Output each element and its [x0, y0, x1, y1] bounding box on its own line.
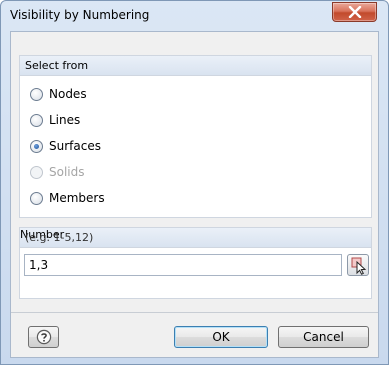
- cancel-button[interactable]: Cancel: [278, 326, 369, 348]
- number-header: Number (e.g. 1-5,12): [20, 228, 371, 248]
- pick-in-model-icon: [351, 257, 367, 275]
- radio-label-nodes: Nodes: [49, 87, 87, 101]
- radio-label-lines: Lines: [49, 113, 81, 127]
- radio-label-solids: Solids: [49, 165, 85, 179]
- number-group: Number (e.g. 1-5,12) 1,3: [19, 227, 372, 299]
- pick-in-model-button[interactable]: [347, 254, 369, 276]
- select-from-group: Select from Nodes Lines Surfaces Solids …: [19, 55, 372, 218]
- dialog-client-area: Select from Nodes Lines Surfaces Solids …: [10, 31, 379, 358]
- radio-option-lines[interactable]: Lines: [30, 112, 150, 128]
- help-icon: [36, 329, 52, 345]
- window-title: Visibility by Numbering: [10, 8, 150, 22]
- radio-members[interactable]: [30, 192, 43, 205]
- radio-surfaces[interactable]: [30, 140, 43, 153]
- radio-label-surfaces: Surfaces: [49, 139, 101, 153]
- title-bar[interactable]: Visibility by Numbering: [1, 1, 388, 29]
- dialog-window: Visibility by Numbering Select from Node…: [0, 0, 389, 365]
- radio-option-members[interactable]: Members: [30, 190, 150, 206]
- radio-nodes[interactable]: [30, 88, 43, 101]
- radio-label-members: Members: [49, 191, 105, 205]
- select-from-title: Select from: [25, 59, 89, 72]
- close-button[interactable]: [332, 2, 377, 22]
- radio-lines[interactable]: [30, 114, 43, 127]
- select-from-header: Select from: [20, 56, 371, 76]
- button-separator: [11, 312, 378, 313]
- radio-solids: [30, 166, 43, 179]
- help-button[interactable]: [28, 326, 59, 348]
- radio-option-nodes[interactable]: Nodes: [30, 86, 150, 102]
- number-hint: (e.g. 1-5,12): [25, 231, 94, 244]
- ok-button[interactable]: OK: [174, 326, 268, 348]
- radio-option-surfaces[interactable]: Surfaces: [30, 138, 150, 154]
- number-input[interactable]: 1,3: [24, 254, 342, 276]
- radio-option-solids: Solids: [30, 164, 150, 180]
- close-icon: [348, 6, 362, 18]
